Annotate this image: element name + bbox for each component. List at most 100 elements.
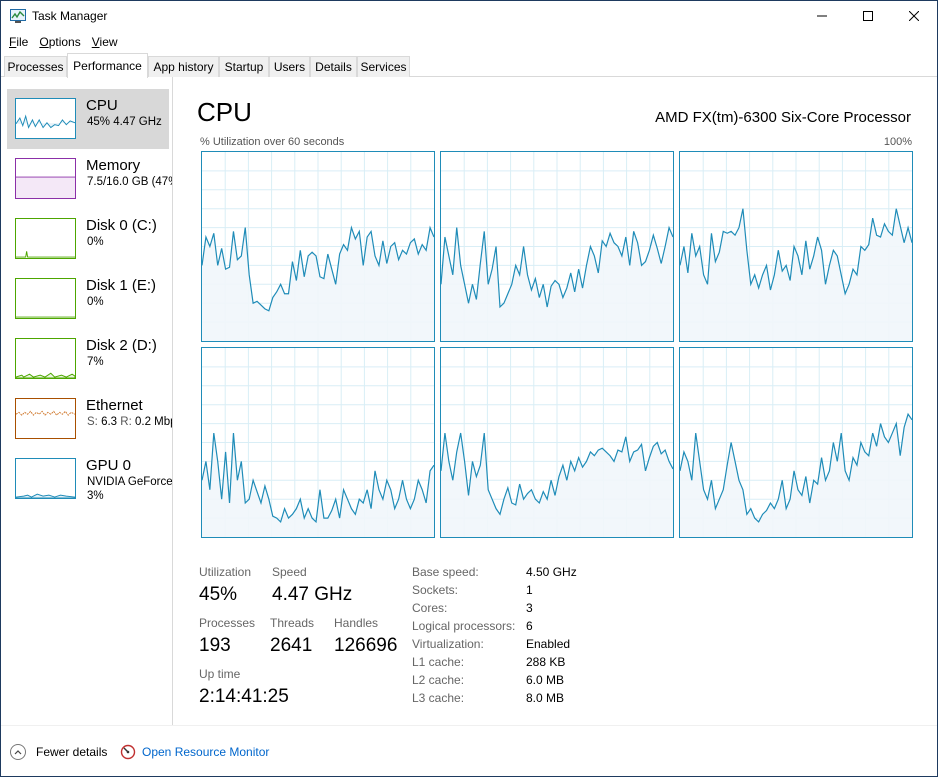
core-graph-svg: [679, 152, 913, 341]
spec-label: Base speed:: [412, 565, 479, 579]
processor-model: AMD FX(tm)-6300 Six-Core Processor: [655, 109, 911, 126]
sidebar-item-label: CPU: [86, 97, 118, 114]
threads-label: Threads: [270, 616, 315, 630]
spec-value: 8.0 MB: [526, 691, 565, 705]
tab-services[interactable]: Services: [357, 56, 410, 77]
disk1-thumbnail-graph: [15, 278, 76, 319]
sidebar-item-value: 7%: [87, 356, 104, 368]
sidebar-item-value: 45% 4.47 GHz: [87, 116, 162, 128]
handles-label: Handles: [334, 616, 379, 630]
tab-startup[interactable]: Startup: [219, 56, 269, 77]
spec-label: Virtualization:: [412, 637, 484, 651]
task-manager-app-icon: [10, 9, 26, 23]
speed-label: Speed: [272, 565, 307, 579]
sidebar-item-cpu[interactable]: CPU 45% 4.47 GHz: [7, 89, 169, 149]
disk0-thumbnail-graph: [15, 218, 76, 259]
core-graph-svg: [440, 348, 674, 537]
tab-processes[interactable]: Processes: [4, 56, 67, 77]
sidebar-item-memory[interactable]: Memory 7.5/16.0 GB (47%): [7, 149, 172, 209]
spec-label: Sockets:: [412, 583, 459, 597]
disk2-thumbnail-graph: [15, 338, 76, 379]
maximize-button[interactable]: [845, 1, 891, 31]
spec-label: Cores:: [412, 601, 448, 615]
sidebar-item-label: Memory: [86, 157, 141, 174]
sidebar-item-disk-0[interactable]: Disk 0 (C:) 0%: [7, 209, 169, 269]
core-graph-4: [440, 347, 674, 538]
close-button[interactable]: [891, 1, 937, 31]
sidebar-item-label: Disk 2 (D:): [86, 337, 157, 354]
receive-value: 0.2 Mbps: [134, 416, 172, 428]
core-graph-svg: [440, 152, 674, 341]
sidebar-item-value: NVIDIA GeForce GTX: [87, 476, 173, 488]
spec-value: 288 KB: [526, 655, 566, 669]
sidebar-item-disk-2[interactable]: Disk 2 (D:) 7%: [7, 329, 169, 389]
title-bar: Task Manager: [1, 1, 937, 31]
sidebar-item-value: 0%: [87, 236, 104, 248]
uptime-value: 2:14:41:25: [199, 686, 289, 707]
menu-view[interactable]: View: [87, 35, 123, 49]
sidebar-item-value: 7.5/16.0 GB (47%): [87, 176, 173, 188]
ethernet-thumbnail-graph: [15, 398, 76, 439]
spec-value: Enabled: [526, 637, 571, 651]
spec-value: 6: [526, 619, 533, 633]
uptime-label: Up time: [199, 667, 241, 681]
sidebar-item-value: 0%: [87, 296, 104, 308]
menu-file[interactable]: File: [4, 35, 33, 49]
menu-bar: File Options View: [1, 31, 937, 52]
core-graph-3: [201, 347, 435, 538]
send-label: S:: [87, 416, 98, 428]
processes-label: Processes: [199, 616, 256, 630]
send-value: 6.3: [101, 416, 118, 428]
sidebar-item-gpu-0[interactable]: GPU 0 NVIDIA GeForce GTX 3%: [7, 449, 172, 509]
core-graph-2: [679, 151, 913, 342]
resource-monitor-icon: [120, 744, 136, 760]
close-icon: [909, 11, 919, 21]
sidebar-item-value-2: 3%: [87, 490, 104, 502]
spec-label: L1 cache:: [412, 655, 465, 669]
handles-value: 126696: [334, 635, 398, 656]
spec-value: 3: [526, 601, 533, 615]
memory-thumbnail-graph: [15, 158, 76, 199]
cpu-thumbnail-graph: [15, 98, 76, 139]
graph-max-label: 100%: [883, 136, 912, 148]
task-manager-window: Task Manager File Options View Processes…: [0, 0, 938, 777]
tab-app-history[interactable]: App history: [148, 56, 219, 77]
sidebar-item-label: Disk 1 (E:): [86, 277, 157, 294]
bottom-bar: Fewer details Open Resource Monitor: [1, 725, 937, 776]
menu-view-label: iew: [99, 34, 118, 49]
core-graph-1: [440, 151, 674, 342]
sidebar-item-label: GPU 0: [86, 457, 132, 474]
resource-sidebar: CPU 45% 4.47 GHz Memory 7.5/16.0 GB (47%…: [1, 77, 173, 725]
cpu-detail-panel: CPU AMD FX(tm)-6300 Six-Core Processor %…: [177, 77, 937, 725]
minimize-icon: [817, 15, 827, 17]
sidebar-item-disk-1[interactable]: Disk 1 (E:) 0%: [7, 269, 169, 329]
tab-strip: Processes Performance App history Startu…: [1, 52, 937, 78]
sidebar-item-ethernet[interactable]: Ethernet S: 6.3 R: 0.2 Mbps: [7, 389, 172, 449]
threads-value: 2641: [270, 635, 313, 656]
gpu-thumbnail-graph: [15, 458, 76, 499]
core-graph-5: [679, 347, 913, 538]
core-graph-svg: [679, 348, 913, 537]
chevron-up-icon: [10, 744, 26, 760]
spec-label: L2 cache:: [412, 673, 465, 687]
core-graph-svg: [201, 152, 435, 341]
receive-label: R:: [120, 416, 132, 428]
tab-details[interactable]: Details: [310, 56, 357, 77]
menu-options-label: ptions: [48, 34, 81, 49]
speed-value: 4.47 GHz: [272, 584, 353, 605]
tab-performance[interactable]: Performance: [67, 53, 148, 78]
spec-value: 6.0 MB: [526, 673, 565, 687]
page-title: CPU: [197, 97, 252, 127]
menu-file-label: ile: [16, 34, 29, 49]
open-resource-monitor-link[interactable]: Open Resource Monitor: [120, 744, 269, 760]
menu-options[interactable]: Options: [34, 35, 85, 49]
fewer-details-button[interactable]: Fewer details: [10, 744, 107, 760]
spec-value: 4.50 GHz: [526, 565, 577, 579]
tab-users[interactable]: Users: [269, 56, 310, 77]
spec-label: Logical processors:: [412, 619, 516, 633]
minimize-button[interactable]: [799, 1, 845, 31]
sidebar-item-label: Disk 0 (C:): [86, 217, 157, 234]
menu-options-accesskey: O: [39, 34, 49, 49]
core-graph-0: [201, 151, 435, 342]
utilization-label: Utilization: [199, 565, 252, 579]
